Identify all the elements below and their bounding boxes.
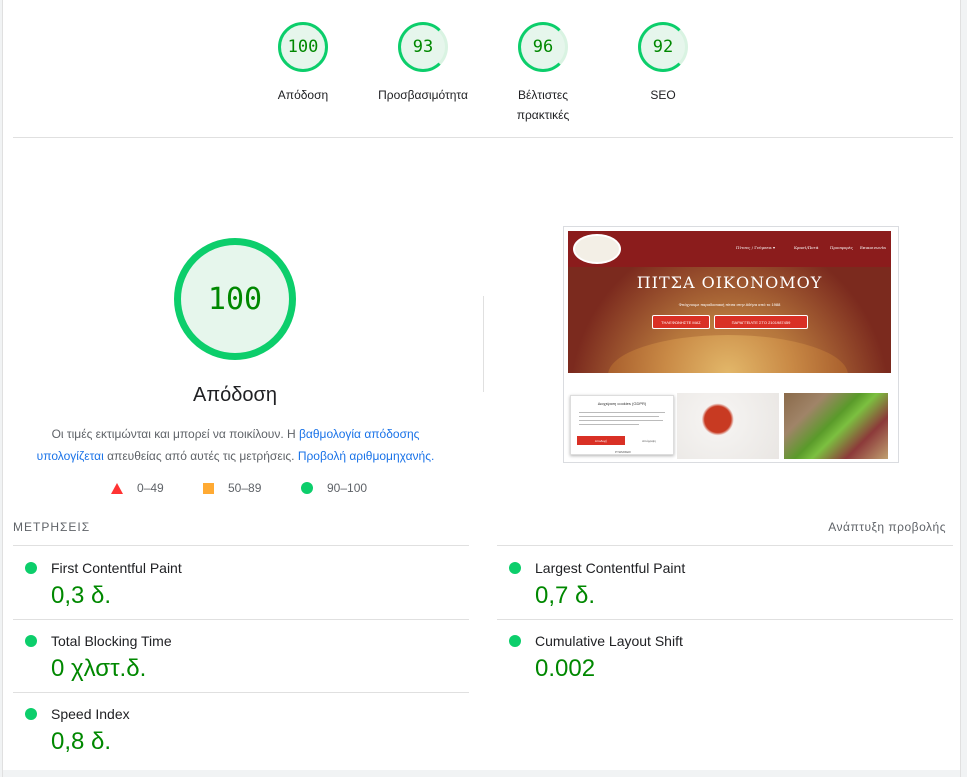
desc-text: απευθείας από αυτές τις μετρήσεις.	[103, 449, 298, 463]
nav-item: Προσφορές	[830, 245, 853, 250]
square-icon	[203, 482, 214, 494]
metric-name: Cumulative Layout Shift	[535, 633, 683, 649]
food-tile-sauce	[677, 393, 779, 459]
category-gauges: 100 Απόδοση 93 Προσβασιμότητα 96 Βέλτιστ…	[3, 18, 960, 128]
metric-value: 0,3 δ.	[51, 582, 112, 609]
gauge-label: Προσβασιμότητα	[378, 88, 468, 102]
gauge-score: 92	[638, 22, 688, 72]
pizza-image	[608, 335, 848, 373]
metrics-heading: ΜΕΤΡΗΣΕΙΣ	[13, 520, 91, 534]
pass-icon	[509, 635, 521, 647]
gauge-label: Απόδοση	[277, 88, 329, 102]
nav-item: Επικοινωνία	[860, 245, 886, 250]
performance-score-gauge: 100	[174, 238, 296, 360]
gauge-best-practices[interactable]: 96 Βέλτιστες πρακτικές	[478, 22, 608, 125]
call-button: ΤΗΛΕΦΩΝΗΣΤΕ ΜΑΣ	[652, 315, 710, 329]
cookie-title: Διαχείριση cookies (GDPR)	[597, 401, 647, 406]
metric-name: Largest Contentful Paint	[535, 560, 686, 576]
cookie-prefs: ΡΥΘΜΙΣΕΙΣ	[614, 449, 632, 454]
desc-text: Οι τιμές εκτιμώνται και μπορεί να ποικίλ…	[51, 427, 300, 441]
report-card: 100 Απόδοση 93 Προσβασιμότητα 96 Βέλτιστ…	[2, 0, 961, 777]
gauge-score: 96	[518, 22, 568, 72]
footer-bar	[3, 770, 960, 777]
performance-description: Οι τιμές εκτιμώνται και μπορεί να ποικίλ…	[23, 423, 448, 467]
metric-value: 0 χλστ.δ.	[51, 655, 147, 682]
legend-average: 50–89	[203, 481, 261, 495]
gauge-score: 100	[278, 22, 328, 72]
metric-value: 0,7 δ.	[535, 582, 596, 609]
circle-icon	[301, 482, 313, 494]
pass-icon	[509, 562, 521, 574]
site-subtitle: Φτιάχνουμε παραδοσιακή πίτσα στην Αθήνα …	[678, 302, 781, 307]
metric-name: First Contentful Paint	[51, 560, 182, 576]
legend-range: 90–100	[327, 481, 368, 495]
screenshot-hero: Πίτσες / Γεύματα ▾ Κρασί/Ποτά Προσφορές …	[568, 231, 891, 373]
order-button: ΠΑΡΑΓΓΕΙΛΤΕ ΣΤΟ 2101987459	[714, 315, 808, 329]
expand-view-toggle[interactable]: Ανάπτυξη προβολής	[828, 520, 946, 534]
cookie-dialog: Διαχείριση cookies (GDPR) Αποδοχή Απόρρι…	[570, 395, 674, 455]
gauge-score: 93	[398, 22, 448, 72]
legend-fail: 0–49	[111, 481, 164, 495]
gauge-label: Βέλτιστες πρακτικές	[516, 88, 570, 122]
metric-value: 0.002	[535, 655, 596, 682]
gauge-performance[interactable]: 100 Απόδοση	[238, 22, 368, 105]
legend-pass: 90–100	[301, 481, 367, 495]
gauge-accessibility[interactable]: 93 Προσβασιμότητα	[358, 22, 488, 105]
nav-item: Πίτσες / Γεύματα ▾	[736, 245, 775, 250]
gauge-seo[interactable]: 92 SEO	[598, 22, 728, 105]
cookie-deny: Απόρριψη	[642, 438, 656, 443]
pass-icon	[25, 708, 37, 720]
site-logo	[573, 234, 621, 264]
performance-title: Απόδοση	[193, 384, 277, 406]
metric-value: 0,8 δ.	[51, 728, 112, 755]
calculator-link[interactable]: Προβολή αριθμομηχανής.	[298, 449, 435, 463]
legend-range: 50–89	[228, 481, 262, 495]
cookie-accept: Αποδοχή	[577, 436, 625, 445]
divider	[13, 137, 953, 138]
triangle-icon	[111, 482, 123, 494]
site-title: ΠΙΤΣΑ ΟΙΚΟΝΟΜΟΥ	[636, 273, 823, 292]
pass-icon	[25, 562, 37, 574]
metric-name: Speed Index	[51, 706, 130, 722]
vertical-divider	[483, 296, 484, 392]
metric-name: Total Blocking Time	[51, 633, 172, 649]
screenshot-nav: Πίτσες / Γεύματα ▾ Κρασί/Ποτά Προσφορές …	[568, 231, 891, 267]
food-tile-ingredients	[784, 393, 888, 459]
pass-icon	[25, 635, 37, 647]
nav-item: Κρασί/Ποτά	[794, 245, 819, 250]
final-screenshot[interactable]: Πίτσες / Γεύματα ▾ Κρασί/Ποτά Προσφορές …	[563, 226, 899, 463]
score-legend: 0–49 50–89 90–100	[111, 481, 391, 499]
legend-range: 0–49	[137, 481, 164, 495]
gauge-label: SEO	[650, 88, 676, 102]
